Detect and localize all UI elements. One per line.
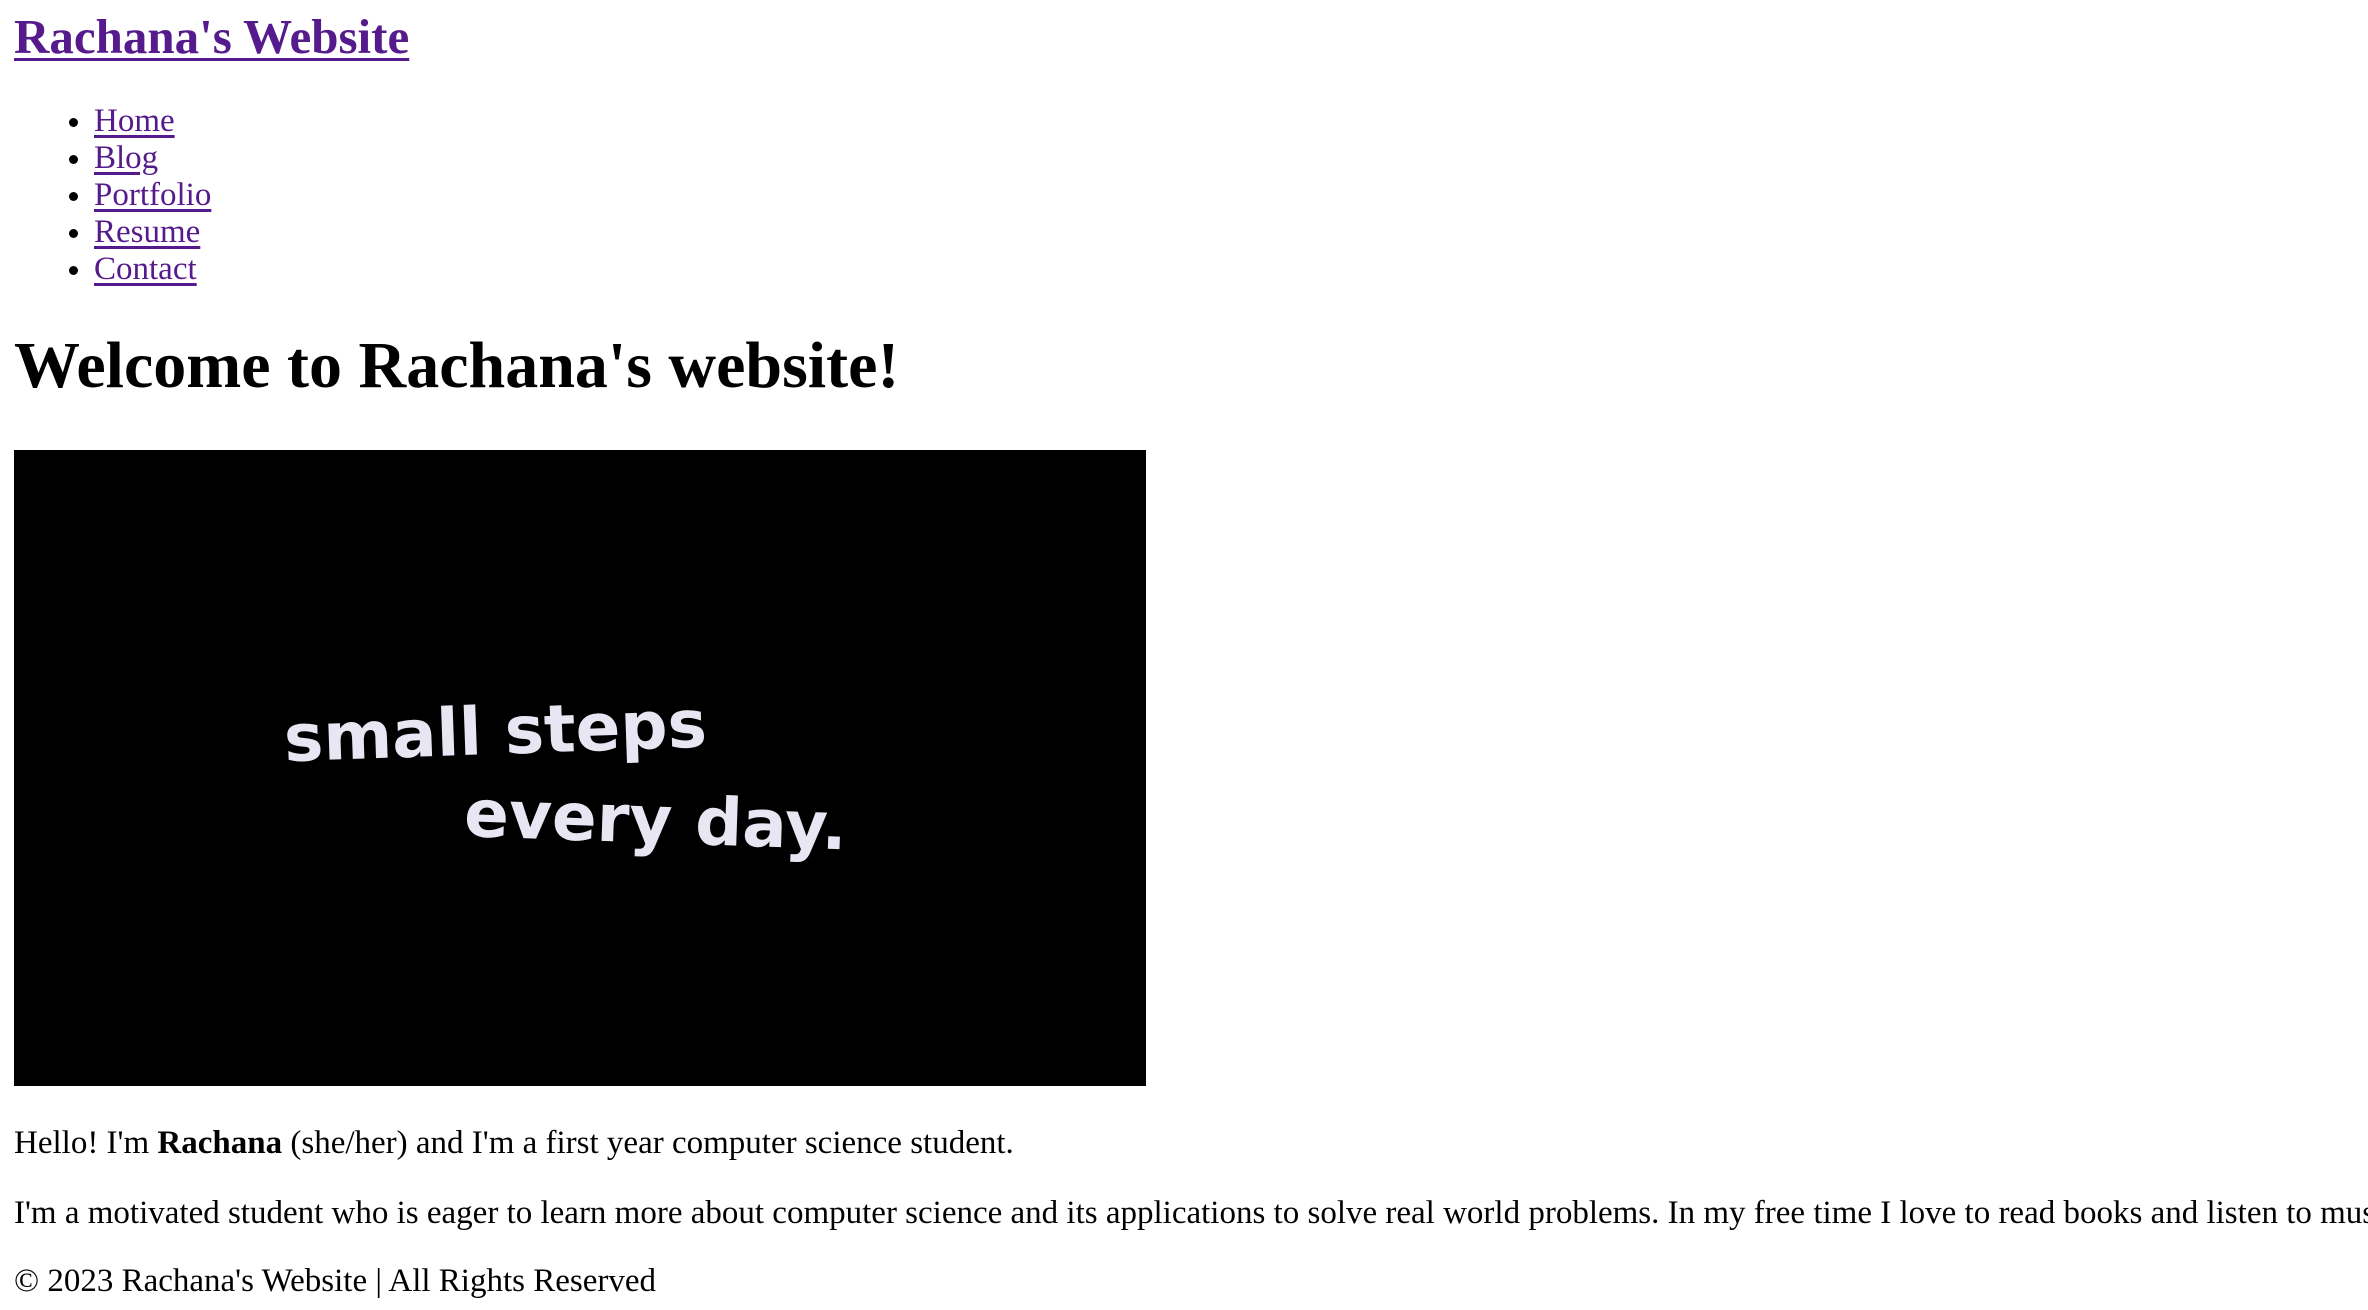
nav-item-home: Home (94, 103, 211, 140)
nav-item-portfolio: Portfolio (94, 177, 211, 214)
nav-link-portfolio[interactable]: Portfolio (94, 177, 211, 213)
page-heading: Welcome to Rachana's website! (14, 329, 900, 402)
nav-link-resume[interactable]: Resume (94, 214, 200, 250)
site-title: Rachana's Website (14, 10, 409, 64)
intro-paragraph: Hello! I'm Rachana (she/her) and I'm a f… (14, 1124, 1014, 1164)
nav-item-blog: Blog (94, 140, 211, 177)
hero-image-line2: every day. (463, 775, 848, 865)
main-nav: Home Blog Portfolio Resume Contact (14, 103, 211, 288)
intro-prefix: Hello! I'm (14, 1125, 158, 1161)
hero-image-background (14, 450, 1146, 1086)
site-title-link[interactable]: Rachana's Website (14, 9, 409, 64)
about-paragraph: I'm a motivated student who is eager to … (14, 1195, 2368, 1231)
nav-item-resume: Resume (94, 214, 211, 251)
footer-text: © 2023 Rachana's Website | All Rights Re… (14, 1263, 657, 1299)
nav-link-blog[interactable]: Blog (94, 140, 158, 176)
hero-image: small steps every day. (14, 450, 1146, 1086)
hero-image-graphic: small steps every day. (14, 450, 1146, 1086)
intro-suffix: (she/her) and I'm a first year computer … (282, 1125, 1014, 1161)
nav-link-home[interactable]: Home (94, 103, 175, 139)
hero-image-line1: small steps (283, 686, 708, 778)
nav-item-contact: Contact (94, 251, 211, 288)
intro-name: Rachana (157, 1125, 283, 1161)
nav-link-contact[interactable]: Contact (94, 251, 197, 287)
